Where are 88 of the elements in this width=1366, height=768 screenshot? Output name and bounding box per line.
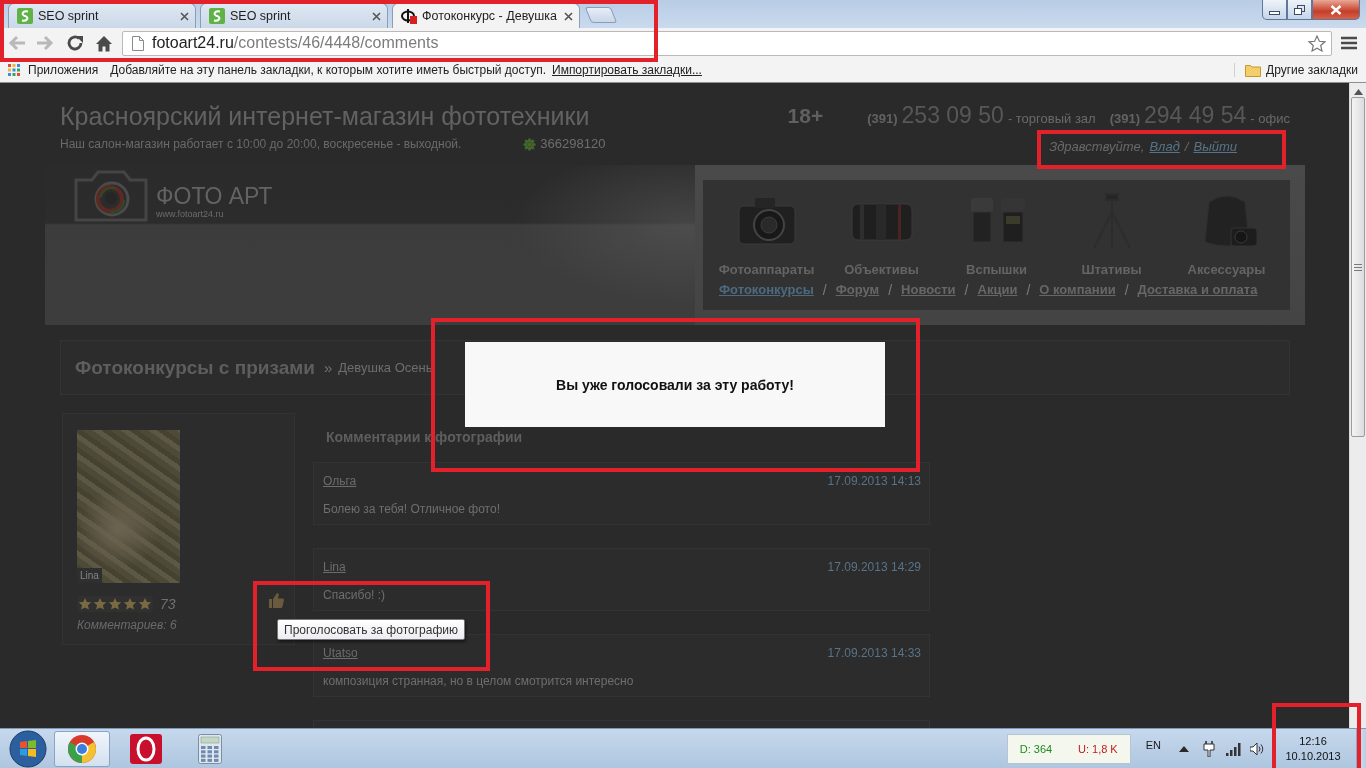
minimize-button[interactable] [1262, 0, 1287, 20]
calculator-icon [198, 733, 222, 764]
browser-tab[interactable]: SEO sprint [200, 3, 388, 28]
restore-button[interactable] [1287, 0, 1312, 20]
comment-author[interactable]: Utatso [323, 645, 358, 661]
greeting-text: Здравствуйте, [1049, 139, 1145, 155]
phone-label: - торговый зал [1007, 110, 1096, 128]
vote-count: 73 [160, 596, 176, 612]
alert-message: Вы уже голосовали за эту работу! [556, 376, 794, 393]
icq-number: 366298120 [540, 136, 606, 152]
restore-icon [1294, 4, 1305, 15]
taskbar-clock[interactable]: 12:16 10.10.2013 [1278, 733, 1348, 764]
tooltip: Проголосовать за фотографию [277, 619, 465, 640]
nav-separator: / [1026, 282, 1031, 298]
show-desktop-button[interactable] [1356, 728, 1366, 768]
photo-placeholder[interactable]: Lina [77, 430, 180, 583]
close-window-button[interactable] [1312, 0, 1360, 20]
logo-text: ФОТО АРТ [156, 183, 273, 209]
thumbs-up-icon[interactable] [268, 592, 284, 608]
nav-separator: / [964, 282, 969, 298]
apps-button[interactable]: Приложения [8, 63, 99, 77]
site-title: Красноярский интернет-магазин фототехники [60, 101, 591, 131]
language-indicator[interactable]: EN [1145, 738, 1161, 751]
grip-icon [1354, 263, 1362, 271]
upload-counter: U: 1,8 K [1077, 742, 1118, 755]
nav-separator: / [822, 282, 827, 298]
nav-separator: / [888, 282, 893, 298]
close-icon[interactable] [372, 11, 381, 21]
close-icon[interactable] [564, 11, 573, 21]
signal-bars-icon[interactable] [1226, 741, 1242, 756]
logout-link[interactable]: Выйти [1193, 139, 1237, 155]
comment-date: 17.09.2013 14:29 [827, 559, 921, 575]
photo-author-label: Lina [77, 568, 102, 583]
phone-code: (391) [1109, 110, 1141, 128]
other-bookmarks-button[interactable]: Другие закладки [1234, 63, 1358, 77]
browser-tab[interactable]: Фотоконкурс - Девушка [392, 3, 580, 28]
taskbar-app-button[interactable] [54, 730, 110, 767]
download-counter: D: 364 [1019, 742, 1053, 755]
import-bookmarks-link[interactable]: Импортировать закладки... [552, 63, 702, 77]
comments-count: Комментариев: 6 [77, 618, 178, 632]
favicon-icon [401, 8, 417, 24]
favicon-icon [209, 8, 225, 24]
favicon-icon [17, 8, 33, 24]
reload-icon[interactable] [66, 34, 84, 52]
comment-text: Болею за тебя! Отличное фото! [323, 501, 501, 517]
user-link[interactable]: Влад [1149, 139, 1180, 155]
flower-icon [523, 137, 537, 151]
close-icon[interactable] [180, 11, 189, 21]
star-icon [138, 597, 152, 611]
comment-date: 17.09.2013 14:33 [827, 645, 921, 661]
breadcrumb-separator: » [323, 359, 333, 376]
folder-icon [1245, 63, 1262, 77]
comment-date: 17.09.2013 14:13 [827, 473, 921, 489]
scroll-up-arrow-icon[interactable] [1353, 89, 1363, 95]
power-plug-icon[interactable] [1202, 740, 1216, 757]
scrollbar-track[interactable] [1349, 83, 1366, 728]
comment-text: композиция странная, но в целом смотрится интересно [323, 673, 635, 689]
minimize-icon [1269, 10, 1280, 15]
close-icon [1330, 4, 1342, 15]
oval-app-icon [130, 733, 162, 764]
home-icon[interactable] [95, 34, 113, 52]
link-separator: / [1184, 139, 1189, 155]
star-icon [78, 597, 92, 611]
browser-icon [67, 733, 97, 764]
opening-hours: Наш салон-магазин работает с 10:00 до 20:00, воскресенье - выходной. [60, 136, 462, 152]
comment-text: Спасибо! :) [323, 587, 387, 603]
speaker-icon[interactable] [1250, 741, 1264, 756]
phone-code: (391) [867, 110, 898, 128]
phone-label: - офис [1250, 110, 1290, 128]
breadcrumb-current: Девушка Осень [338, 360, 433, 375]
nav-link[interactable]: Фотоконкурсы [719, 282, 814, 298]
bookmarks-hint: Добавляйте на эту панель закладки, к которым хотите иметь быстрый доступ. [110, 63, 546, 77]
logo-url: www.fotoart24.ru [156, 209, 225, 220]
comment-author[interactable]: Lina [323, 559, 346, 575]
star-icon [108, 597, 122, 611]
windows-start-icon[interactable] [8, 729, 48, 768]
comment-author[interactable]: Ольга [323, 473, 357, 489]
scrollbar-thumb[interactable] [1351, 97, 1365, 437]
menu-icon[interactable] [1341, 36, 1357, 50]
star-icon [123, 597, 137, 611]
address-bar[interactable]: fotoart24.ru/contests/46/4448/comments [122, 30, 1332, 56]
apps-grid-icon [8, 64, 20, 76]
bookmark-star-icon[interactable] [1308, 34, 1326, 52]
page-icon [132, 35, 144, 51]
browser-tab[interactable]: SEO sprint [8, 3, 196, 28]
chevron-up-icon[interactable] [1179, 745, 1189, 752]
star-icon [93, 597, 107, 611]
nav-separator: / [1124, 282, 1129, 298]
